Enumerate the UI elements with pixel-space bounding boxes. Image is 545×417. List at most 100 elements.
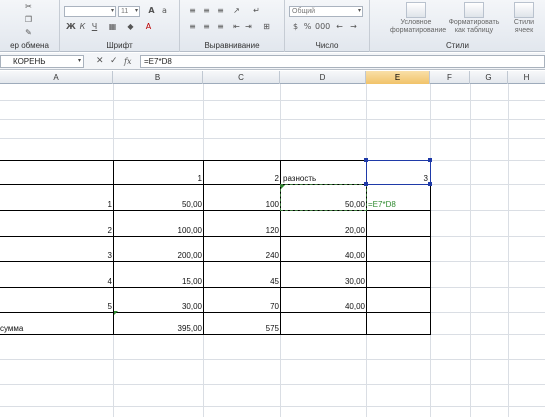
enter-icon[interactable]: ✓ <box>110 56 118 67</box>
number-group: Общий ▾ $ % 000 ← → Число <box>285 0 370 52</box>
align-right-icon[interactable]: ≡ <box>216 23 225 31</box>
copy-icon[interactable]: ❐ <box>24 16 33 24</box>
cell-c9[interactable]: 240 <box>204 250 280 262</box>
column-header-f[interactable]: F <box>430 71 470 84</box>
cell-b6[interactable]: 1 <box>114 173 203 185</box>
error-indicator-icon <box>114 311 118 315</box>
gridline <box>470 84 471 417</box>
cancel-icon[interactable]: ✕ <box>96 56 104 67</box>
font-group-label: Шрифт <box>106 41 133 50</box>
cell-styles-button[interactable]: Стили ячеек <box>506 2 542 35</box>
cell-a12[interactable]: сумма <box>0 323 113 335</box>
reference-handle[interactable] <box>428 182 432 186</box>
currency-format-icon[interactable]: $ <box>291 23 300 31</box>
cell-styles-label: Стили ячеек <box>513 19 535 34</box>
cut-icon[interactable]: ✂ <box>24 3 33 11</box>
cell-b12[interactable]: 395,00 <box>114 323 203 335</box>
font-group: ▾ 11 ▾ A a Ж К Ч ▦ ◆ A Шрифт <box>60 0 180 52</box>
cell-b11[interactable]: 30,00 <box>114 301 203 313</box>
cell-a10[interactable]: 4 <box>0 276 113 288</box>
column-header-g[interactable]: G <box>470 71 508 84</box>
increase-indent-icon[interactable]: ⇥ <box>244 23 253 31</box>
decrease-indent-icon[interactable]: ⇤ <box>232 23 241 31</box>
column-header-a[interactable]: A <box>0 71 113 84</box>
font-name-combo[interactable]: ▾ <box>64 6 116 17</box>
cell-c10[interactable]: 45 <box>204 276 280 288</box>
column-header-c[interactable]: C <box>203 71 280 84</box>
insert-function-icon[interactable]: fx <box>124 56 131 67</box>
worksheet-grid[interactable]: 1 2 разность 3 1 50,00 100 50,00 =E7*D8 … <box>0 84 545 417</box>
underline-button[interactable]: Ч <box>90 23 99 31</box>
gridline <box>0 100 545 101</box>
comma-style-icon[interactable]: 000 <box>315 23 330 31</box>
formula-input[interactable]: =E7*D8 <box>140 55 545 68</box>
align-top-icon[interactable]: ≡ <box>188 7 197 15</box>
reference-handle[interactable] <box>364 158 368 162</box>
borders-icon[interactable]: ▦ <box>108 23 117 31</box>
cell-a7[interactable]: 1 <box>0 199 113 211</box>
ribbon: ✂ ❐ ✎ ер обмена ▾ 11 ▾ A a Ж К Ч ▦ ◆ A Шр… <box>0 0 545 52</box>
wrap-text-icon[interactable]: ↵ <box>252 7 261 15</box>
align-center-icon[interactable]: ≡ <box>202 23 211 31</box>
bold-button[interactable]: Ж <box>66 23 76 31</box>
align-bottom-icon[interactable]: ≡ <box>216 7 225 15</box>
cell-a8[interactable]: 2 <box>0 225 113 237</box>
cell-d8[interactable]: 20,00 <box>281 225 366 237</box>
clipboard-group-label: ер обмена <box>10 41 49 50</box>
cell-styles-icon <box>514 2 534 18</box>
decrease-decimal-icon[interactable]: → <box>349 23 358 31</box>
reference-handle[interactable] <box>428 158 432 162</box>
number-format-combo[interactable]: Общий ▾ <box>289 6 363 17</box>
gridline <box>0 119 545 120</box>
font-size-combo[interactable]: 11 ▾ <box>118 6 140 17</box>
orientation-icon[interactable]: ↗ <box>232 7 241 15</box>
cell-c6[interactable]: 2 <box>204 173 280 185</box>
percent-icon[interactable]: % <box>303 23 312 31</box>
cell-a11[interactable]: 5 <box>0 301 113 313</box>
align-middle-icon[interactable]: ≡ <box>202 7 211 15</box>
column-header-b[interactable]: B <box>113 71 203 84</box>
column-header-e[interactable]: E <box>366 71 430 84</box>
format-painter-icon[interactable]: ✎ <box>24 29 33 37</box>
cell-b10[interactable]: 15,00 <box>114 276 203 288</box>
shrink-font-icon[interactable]: a <box>160 7 169 15</box>
cell-b9[interactable]: 200,00 <box>114 250 203 262</box>
font-color-icon[interactable]: A <box>144 23 153 31</box>
number-format-value: Общий <box>292 8 316 15</box>
fill-color-icon[interactable]: ◆ <box>126 23 135 31</box>
cell-b7[interactable]: 50,00 <box>114 199 203 211</box>
cell-c7[interactable]: 100 <box>204 199 280 211</box>
styles-group-label: Стили <box>445 41 470 50</box>
table-border <box>430 160 431 335</box>
conditional-formatting-icon <box>406 2 426 18</box>
column-headers: A B C D E F G H <box>0 71 545 84</box>
cell-d9[interactable]: 40,00 <box>281 250 366 262</box>
formula-bar: КОРЕНЬ ▾ ✕ ✓ fx =E7*D8 <box>0 53 545 70</box>
cell-c8[interactable]: 120 <box>204 225 280 237</box>
active-cell-e7-formula[interactable]: =E7*D8 <box>366 199 430 211</box>
italic-button[interactable]: К <box>78 23 87 31</box>
cell-c11[interactable]: 70 <box>204 301 280 313</box>
align-left-icon[interactable]: ≡ <box>188 23 197 31</box>
format-as-table-button[interactable]: Форматировать как таблицу <box>446 2 502 35</box>
cell-d11[interactable]: 40,00 <box>281 301 366 313</box>
alignment-group-label: Выравнивание <box>204 41 260 50</box>
column-header-h[interactable]: H <box>508 71 545 84</box>
increase-decimal-icon[interactable]: ← <box>335 23 344 31</box>
name-box[interactable]: КОРЕНЬ ▾ <box>0 55 84 68</box>
cell-c12[interactable]: 575 <box>204 323 280 335</box>
column-header-d[interactable]: D <box>280 71 366 84</box>
cell-d10[interactable]: 30,00 <box>281 276 366 288</box>
reference-handle[interactable] <box>364 182 368 186</box>
styles-group: Условное форматирование Форматировать ка… <box>370 0 545 52</box>
format-as-table-label: Форматировать как таблицу <box>448 19 500 34</box>
conditional-formatting-button[interactable]: Условное форматирование <box>390 2 446 35</box>
copy-reference-marquee <box>280 184 367 211</box>
cell-a9[interactable]: 3 <box>0 250 113 262</box>
format-as-table-icon <box>464 2 484 18</box>
cell-b8[interactable]: 100,00 <box>114 225 203 237</box>
merge-cells-icon[interactable]: ⊞ <box>262 23 271 31</box>
gridline <box>0 138 545 139</box>
clipboard-group: ✂ ❐ ✎ ер обмена <box>0 0 60 52</box>
grow-font-icon[interactable]: A <box>147 7 156 15</box>
